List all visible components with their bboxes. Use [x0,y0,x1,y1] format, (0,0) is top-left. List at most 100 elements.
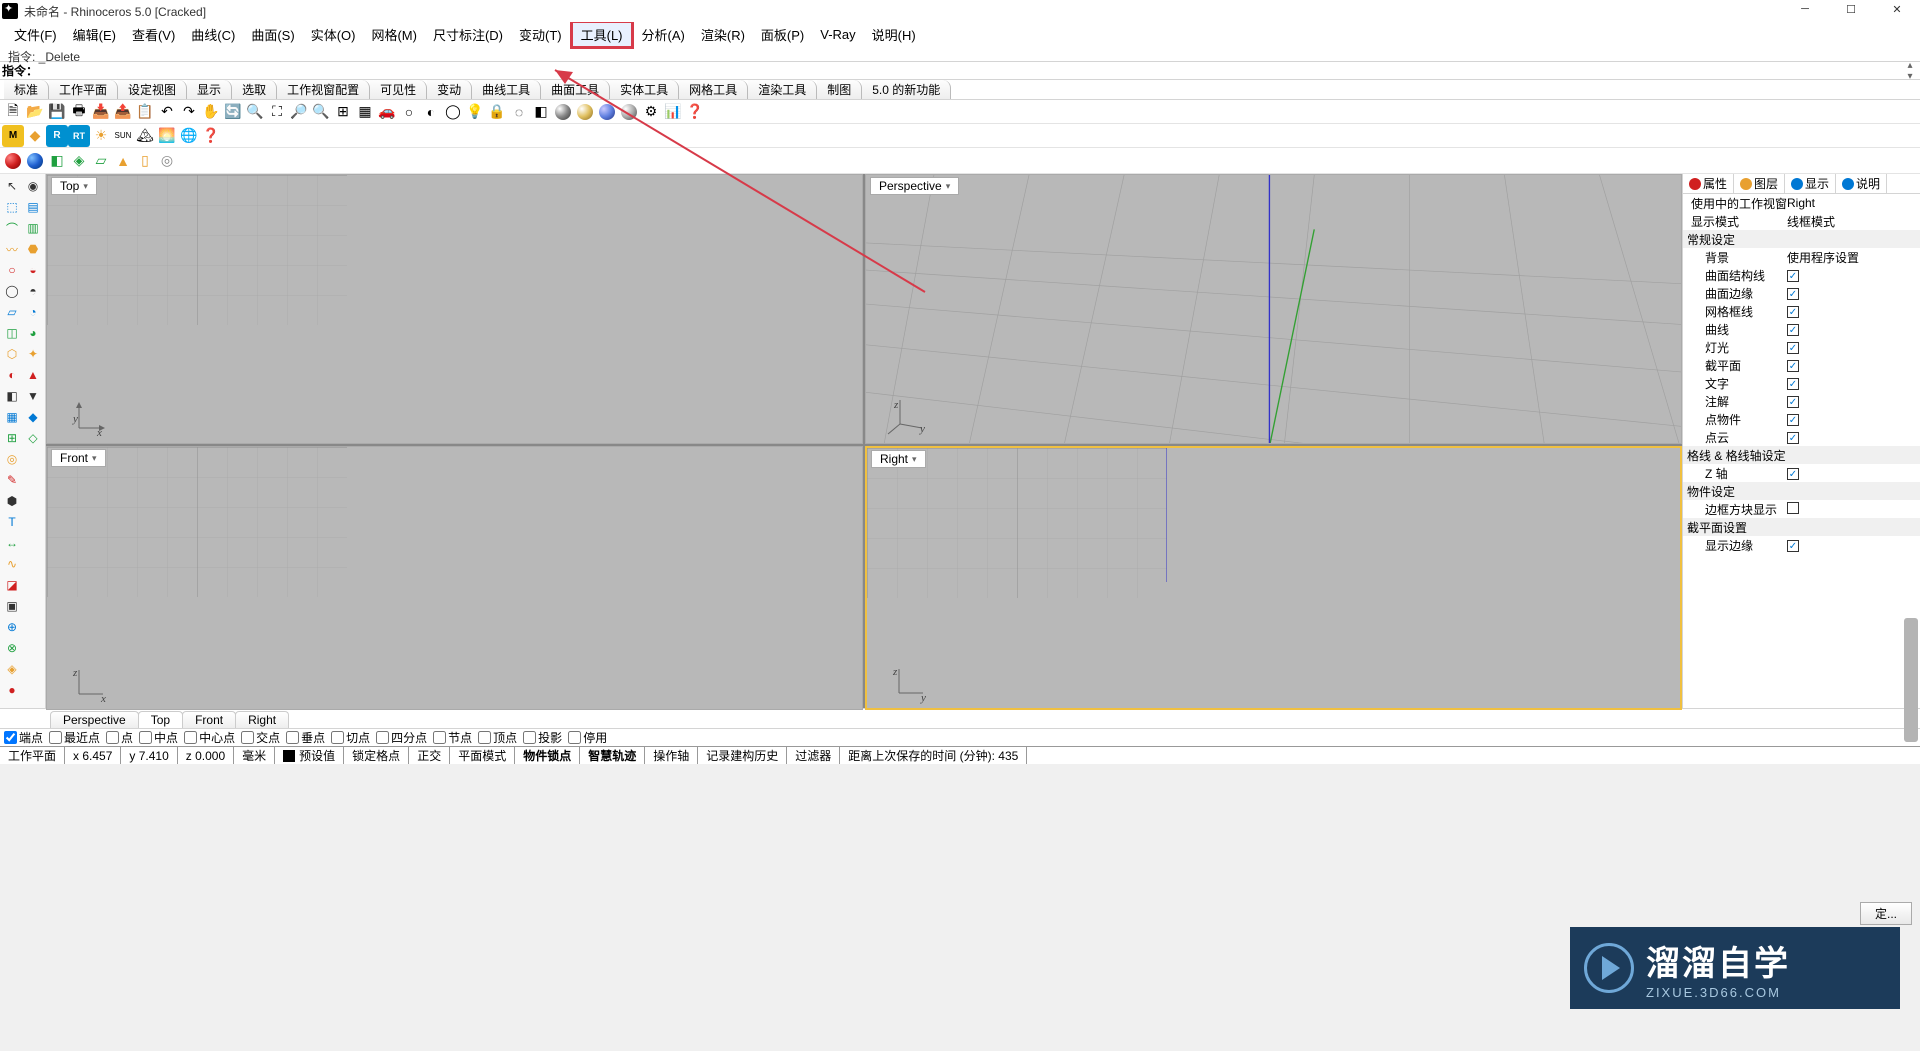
checkbox[interactable]: ✓ [1787,378,1799,390]
side-tool-14[interactable]: ✎ [2,470,22,490]
side-tool-18[interactable]: ∿ [2,554,22,574]
side-tool-36[interactable]: ◆ [23,407,43,427]
side-tool-19[interactable]: ◪ [2,575,22,595]
view-tab-Front[interactable]: Front [182,711,236,728]
viewport-top-label[interactable]: Top [51,177,97,195]
toolbar-tab-10[interactable]: 实体工具 [610,80,679,99]
menu-V-Ray[interactable]: V-Ray [812,25,863,44]
side-tool-23[interactable]: ◈ [2,659,22,679]
sun2-icon[interactable]: SUN [112,125,134,147]
osnap-checkbox[interactable] [376,731,389,744]
viewport-right[interactable]: Right z y [865,446,1682,710]
status-cell[interactable]: 毫米 [234,747,275,764]
menu-编辑[interactable]: 编辑(E) [65,23,124,46]
side-tool-30[interactable]: ◓ [23,281,43,301]
menu-曲线[interactable]: 曲线(C) [183,23,243,46]
panel-tab-说明[interactable]: 说明 [1836,174,1887,193]
vr-help-icon[interactable]: ❓ [200,125,222,147]
osnap-checkbox[interactable] [478,731,491,744]
solid-cyl-icon[interactable]: ▯ [134,150,156,172]
import-icon[interactable]: 📥 [90,101,112,123]
osnap-切点[interactable]: 切点 [331,729,370,746]
side-tool-33[interactable]: ✦ [23,344,43,364]
menu-文件[interactable]: 文件(F) [6,23,65,46]
sun-icon[interactable]: ☀ [90,125,112,147]
mat-icon[interactable]: M [2,125,24,147]
vr-r-icon[interactable]: R [46,125,68,147]
panel-tab-属性[interactable]: 属性 [1683,174,1734,193]
status-cell[interactable]: 正交 [409,747,450,764]
status-cell[interactable]: x 6.457 [65,747,121,764]
open-icon[interactable]: 📂 [24,101,46,123]
toolbar-tab-6[interactable]: 可见性 [370,80,427,99]
status-cell[interactable]: 物件锁点 [515,747,580,764]
status-cell[interactable]: 智慧轨迹 [580,747,645,764]
panel-tab-图层[interactable]: 图层 [1734,174,1785,193]
cut-button[interactable]: 定... [1860,902,1912,925]
side-tool-29[interactable]: ◒ [23,260,43,280]
toolbar-tab-0[interactable]: 标准 [4,80,49,99]
side-tool-4[interactable]: ○ [2,260,22,280]
osnap-checkbox[interactable] [49,731,62,744]
vray-icon[interactable]: 🚗 [376,101,398,123]
checkbox[interactable]: ✓ [1787,306,1799,318]
side-tool-7[interactable]: ◫ [2,323,22,343]
named-view-icon[interactable]: ▦ [354,101,376,123]
osnap-交点[interactable]: 交点 [241,729,280,746]
menu-面板[interactable]: 面板(P) [753,23,812,46]
zoom-dynamic-icon[interactable]: 🔍 [310,101,332,123]
checkbox[interactable]: ✓ [1787,468,1799,480]
status-cell[interactable]: 工作平面 [0,747,65,764]
osnap-点[interactable]: 点 [106,729,133,746]
checkbox[interactable]: ✓ [1787,288,1799,300]
osnap-checkbox[interactable] [331,731,344,744]
sphere2-icon[interactable] [574,101,596,123]
checkbox[interactable]: ✓ [1787,360,1799,372]
side-tool-21[interactable]: ⊕ [2,617,22,637]
help-icon[interactable]: ❓ [684,101,706,123]
checkbox[interactable]: ✓ [1787,270,1799,282]
side-tool-20[interactable]: ▣ [2,596,22,616]
side-tool-31[interactable]: ◔ [23,302,43,322]
row-value[interactable]: 线框模式 [1787,213,1916,230]
landscape-icon[interactable]: 🏔 [134,125,156,147]
side-tool-13[interactable]: ◎ [2,449,22,469]
zoom-selected-icon[interactable]: 🔎 [288,101,310,123]
side-tool-15[interactable]: ⬢ [2,491,22,511]
side-tool-9[interactable]: ◐ [2,365,22,385]
command-input[interactable] [40,64,1902,78]
status-cell[interactable]: z 0.000 [178,747,234,764]
env-icon[interactable]: 🌅 [156,125,178,147]
zoom-window-icon[interactable]: 🔍 [244,101,266,123]
viewport-perspective-label[interactable]: Perspective [870,177,959,195]
sphere4-icon[interactable] [618,101,640,123]
view-tab-Perspective[interactable]: Perspective [50,711,139,728]
command-spinner-icon[interactable]: ▴▾ [1902,60,1918,82]
side-tool-26[interactable]: ▤ [23,197,43,217]
osnap-checkbox[interactable] [433,731,446,744]
toolbar-tab-3[interactable]: 显示 [187,80,232,99]
osnap-checkbox[interactable] [286,731,299,744]
row-value[interactable]: 使用程序设置 [1787,251,1859,265]
menu-变动[interactable]: 变动(T) [511,23,570,46]
osnap-checkbox[interactable] [241,731,254,744]
cplane-icon[interactable]: ⊞ [332,101,354,123]
render-preview-icon[interactable]: ◐ [420,101,442,123]
status-cell[interactable]: 平面模式 [450,747,515,764]
status-cell[interactable]: 过滤器 [787,747,840,764]
osnap-停用[interactable]: 停用 [568,729,607,746]
status-cell[interactable]: y 7.410 [121,747,177,764]
side-tool-5[interactable]: ◯ [2,281,22,301]
menu-说明[interactable]: 说明(H) [864,23,924,46]
ground-icon[interactable]: ◯ [442,101,464,123]
checkbox[interactable] [1787,502,1799,514]
status-cell[interactable]: 距离上次保存的时间 (分钟): 435 [840,747,1027,764]
side-tool-22[interactable]: ⊗ [2,638,22,658]
side-tool-17[interactable]: ↔ [2,533,22,553]
checkbox[interactable]: ✓ [1787,414,1799,426]
pan-icon[interactable]: ✋ [200,101,222,123]
sphere1-icon[interactable] [552,101,574,123]
osnap-顶点[interactable]: 顶点 [478,729,517,746]
side-tool-24[interactable]: ● [2,680,22,700]
osnap-checkbox[interactable] [523,731,536,744]
